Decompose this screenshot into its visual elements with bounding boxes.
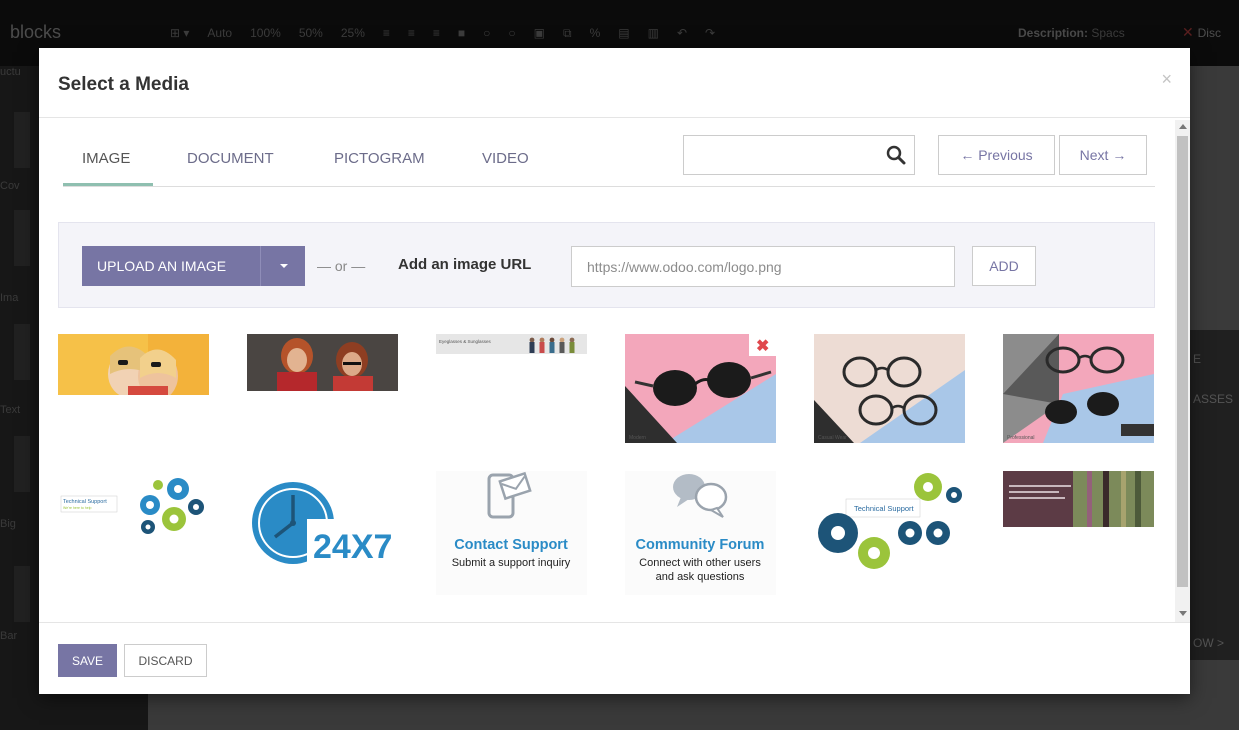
media-dialog: Select a Media × IMAGE DOCUMENT PICTOGRA… (39, 48, 1190, 694)
image-url-input[interactable] (571, 246, 955, 287)
modal-title: Select a Media (58, 74, 189, 95)
photo-professional-glasses (1003, 334, 1154, 443)
active-tab-indicator (63, 183, 153, 186)
graphic-contact-support: Contact Support Submit a support inquiry (436, 471, 587, 595)
contact-subtitle: Submit a support inquiry (452, 557, 571, 569)
tab-pictogram[interactable]: PICTOGRAM (334, 150, 425, 167)
media-item-24x7[interactable]: 24X7 (247, 471, 398, 566)
tab-image[interactable]: IMAGE (82, 150, 130, 167)
media-item-contact-support[interactable]: Contact Support Submit a support inquiry (436, 471, 587, 595)
graphic-24x7-clock: 24X7 (247, 471, 398, 566)
or-separator: — or — (317, 258, 366, 274)
media-caption: Casual Wear (818, 435, 847, 441)
scroll-down-arrow[interactable] (1179, 611, 1187, 616)
upload-dropdown-toggle[interactable] (260, 246, 305, 286)
save-button[interactable]: SAVE (58, 644, 117, 677)
media-item-bookshelf[interactable] (1003, 471, 1154, 527)
media-item-technical-support[interactable]: Technical Support We're here to help (58, 471, 209, 541)
media-item-casual-wear[interactable]: Casual Wear (814, 334, 965, 443)
forum-subtitle-2: and ask questions (656, 571, 745, 583)
media-caption: Professional (1007, 435, 1035, 441)
modal-header: Select a Media × (39, 48, 1190, 118)
tab-document[interactable]: DOCUMENT (187, 150, 274, 167)
search-field[interactable] (692, 137, 882, 173)
modal-footer: SAVE DISCARD (39, 622, 1190, 694)
search-input[interactable] (683, 135, 915, 175)
gear-title: Technical Support (854, 504, 915, 513)
media-item-technical-support-2[interactable]: Technical Support (814, 471, 965, 576)
media-item-community-forum[interactable]: Community Forum Connect with other users… (625, 471, 776, 595)
contact-title: Contact Support (454, 537, 568, 553)
upload-panel: UPLOAD AN IMAGE — or — Add an image URL … (58, 222, 1155, 308)
media-item-professional[interactable]: Professional (1003, 334, 1154, 443)
graphic-community-forum: Community Forum Connect with other users… (625, 471, 776, 595)
discard-button[interactable]: DISCARD (124, 644, 207, 677)
url-label: Add an image URL (398, 256, 532, 273)
upload-image-button[interactable]: UPLOAD AN IMAGE (82, 246, 260, 286)
tab-video[interactable]: VIDEO (482, 150, 529, 167)
graphic-technical-support-gears-2: Technical Support (814, 471, 965, 576)
photo-eyeglasses-banner: Eyeglasses & Sunglasses (436, 334, 587, 354)
media-item-modern[interactable]: ✖ Modern (625, 334, 776, 443)
photo-casual-wear-glasses (814, 334, 965, 443)
dialog-scrollbar[interactable] (1175, 120, 1190, 622)
photo-sunglasses-friends (58, 334, 209, 395)
banner-caption: Eyeglasses & Sunglasses (439, 339, 492, 344)
remove-x-icon[interactable]: ✖ (756, 338, 769, 355)
graphic-technical-support-gears: Technical Support We're here to help (58, 471, 209, 541)
photo-modern-sunglasses: ✖ (625, 334, 776, 443)
add-url-button[interactable]: ADD (972, 246, 1036, 286)
media-item-eyeglasses-banner[interactable]: Eyeglasses & Sunglasses (436, 334, 587, 354)
search-icon[interactable] (886, 145, 906, 165)
forum-title: Community Forum (636, 537, 765, 553)
previous-button[interactable]: ← Previous (938, 135, 1055, 175)
gear-title: Technical Support (63, 499, 107, 505)
media-caption: Modern (629, 435, 646, 441)
next-button[interactable]: Next → (1059, 135, 1147, 175)
close-icon[interactable]: × (1161, 69, 1172, 90)
media-item-red-hair-friends[interactable] (247, 334, 398, 391)
clock-label: 24X7 (313, 528, 392, 566)
forum-subtitle-1: Connect with other users (639, 557, 761, 569)
scroll-up-arrow[interactable] (1179, 124, 1187, 129)
photo-bookshelf-banner (1003, 471, 1154, 527)
media-item-sunglasses-friends[interactable] (58, 334, 209, 395)
photo-red-hair-friends (247, 334, 398, 391)
scroll-thumb[interactable] (1177, 136, 1188, 587)
gear-subtitle: We're here to help (63, 506, 91, 510)
